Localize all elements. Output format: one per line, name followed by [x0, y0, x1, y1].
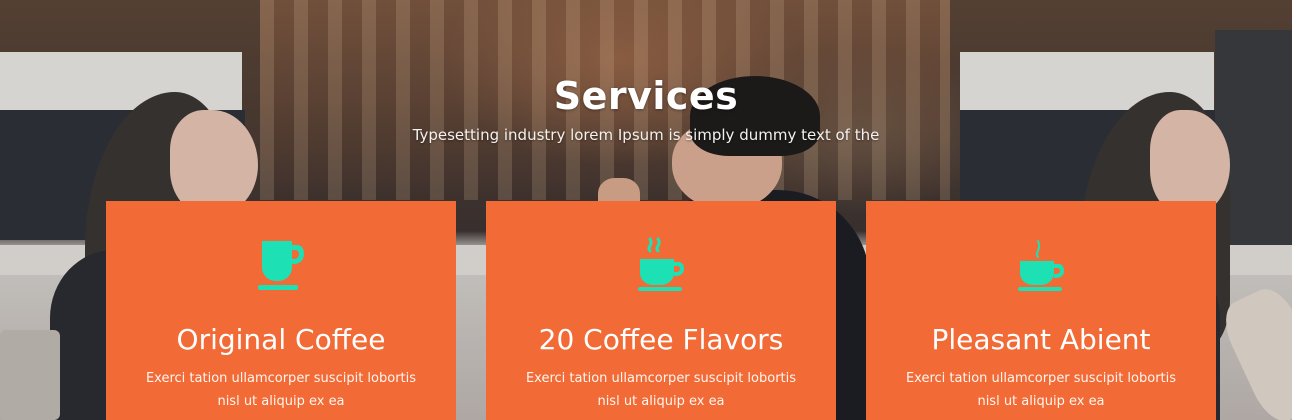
coffee-cup-icon [258, 241, 304, 290]
section-heading: Services Typesetting industry lorem Ipsu… [0, 74, 1292, 144]
card-text: Exerci tation ullamcorper suscipit lobor… [905, 371, 1177, 409]
service-card-original-coffee: Original Coffee Exerci tation ullamcorpe… [106, 201, 456, 420]
service-card-pleasant-abient: Pleasant Abient Exerci tation ullamcorpe… [866, 201, 1216, 420]
card-title: Pleasant Abient [931, 323, 1151, 356]
section-title: Services [553, 74, 739, 118]
hot-cup-icon [1018, 240, 1064, 291]
card-title: 20 Coffee Flavors [538, 323, 784, 356]
steaming-coffee-icon [638, 237, 684, 291]
service-card-coffee-flavors: 20 Coffee Flavors Exerci tation ullamcor… [486, 201, 836, 420]
card-title: Original Coffee [176, 323, 386, 356]
card-text: Exerci tation ullamcorper suscipit lobor… [525, 371, 797, 409]
section-subtitle: Typesetting industry lorem Ipsum is simp… [412, 126, 880, 144]
card-text: Exerci tation ullamcorper suscipit lobor… [145, 371, 417, 409]
services-section: Services Typesetting industry lorem Ipsu… [0, 0, 1292, 420]
